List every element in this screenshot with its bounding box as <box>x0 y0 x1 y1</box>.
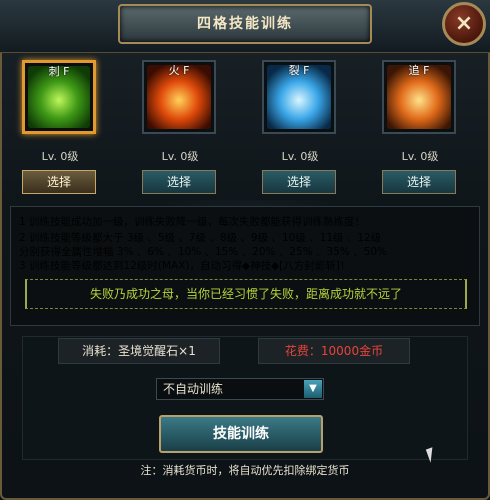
select-skill-button-1[interactable]: 选择 <box>22 170 96 194</box>
skill-level: Lv. 0级 <box>161 150 199 163</box>
auto-train-value: 不自动训练 <box>163 382 224 396</box>
motto-text: 失败乃成功之母，当你已经习惯了失败，距离成功就不远了 <box>25 279 467 309</box>
skill-icon-1[interactable]: 刺 F <box>22 60 96 134</box>
select-skill-button-4[interactable]: 选择 <box>382 170 456 194</box>
footer-note: 注：消耗货币时，将自动优先扣除绑定货币 <box>140 464 350 477</box>
select-skill-button-2[interactable]: 选择 <box>142 170 216 194</box>
rule-line-1: 1 训练技能成功加一级，训练失败降一级，每次失败都能获得训练熟练度！ <box>19 216 366 228</box>
skill-tag: 刺 F <box>48 65 70 78</box>
close-button[interactable]: × <box>442 2 486 46</box>
skill-tag: 裂 F <box>288 64 310 77</box>
close-icon: × <box>454 11 474 36</box>
skill-tag: 追 F <box>408 64 430 77</box>
rules-panel: 1 训练技能成功加一级，训练失败降一级，每次失败都能获得训练熟练度！ 2 训练技… <box>10 206 480 326</box>
skill-icon-4[interactable]: 追 F <box>382 60 456 134</box>
skill-level: Lv. 0级 <box>401 150 439 163</box>
train-skill-button[interactable]: 技能训练 <box>159 415 323 453</box>
rule-line-2: 2 训练技能等级都大于 3级 、5级 、7级 、8级 、9级 、10级 、11级… <box>19 232 382 244</box>
skill-level: Lv. 0级 <box>41 150 79 163</box>
skill-icon-3[interactable]: 裂 F <box>262 60 336 134</box>
chevron-down-icon[interactable]: ▼ <box>304 380 322 398</box>
rule-line-4: 3 训练技能等级都达到12级时(MAX)，自动习得◆神技◆[八方封影斩]！ <box>19 260 351 272</box>
select-skill-button-3[interactable]: 选择 <box>262 170 336 194</box>
skill-tag: 火 F <box>168 64 190 77</box>
auto-train-select[interactable]: 不自动训练 ▼ <box>156 378 324 400</box>
skill-level: Lv. 0级 <box>281 150 319 163</box>
money-cost: 花费：10000金币 <box>258 338 410 364</box>
window-title: 四格技能训练 <box>118 4 372 44</box>
skill-icon-2[interactable]: 火 F <box>142 60 216 134</box>
rule-line-3: 分别获得全属性增幅 3% 、6% 、10% 、15% 、20% 、25% 、35… <box>19 246 388 258</box>
material-cost: 消耗：圣境觉醒石×1 <box>58 338 220 364</box>
